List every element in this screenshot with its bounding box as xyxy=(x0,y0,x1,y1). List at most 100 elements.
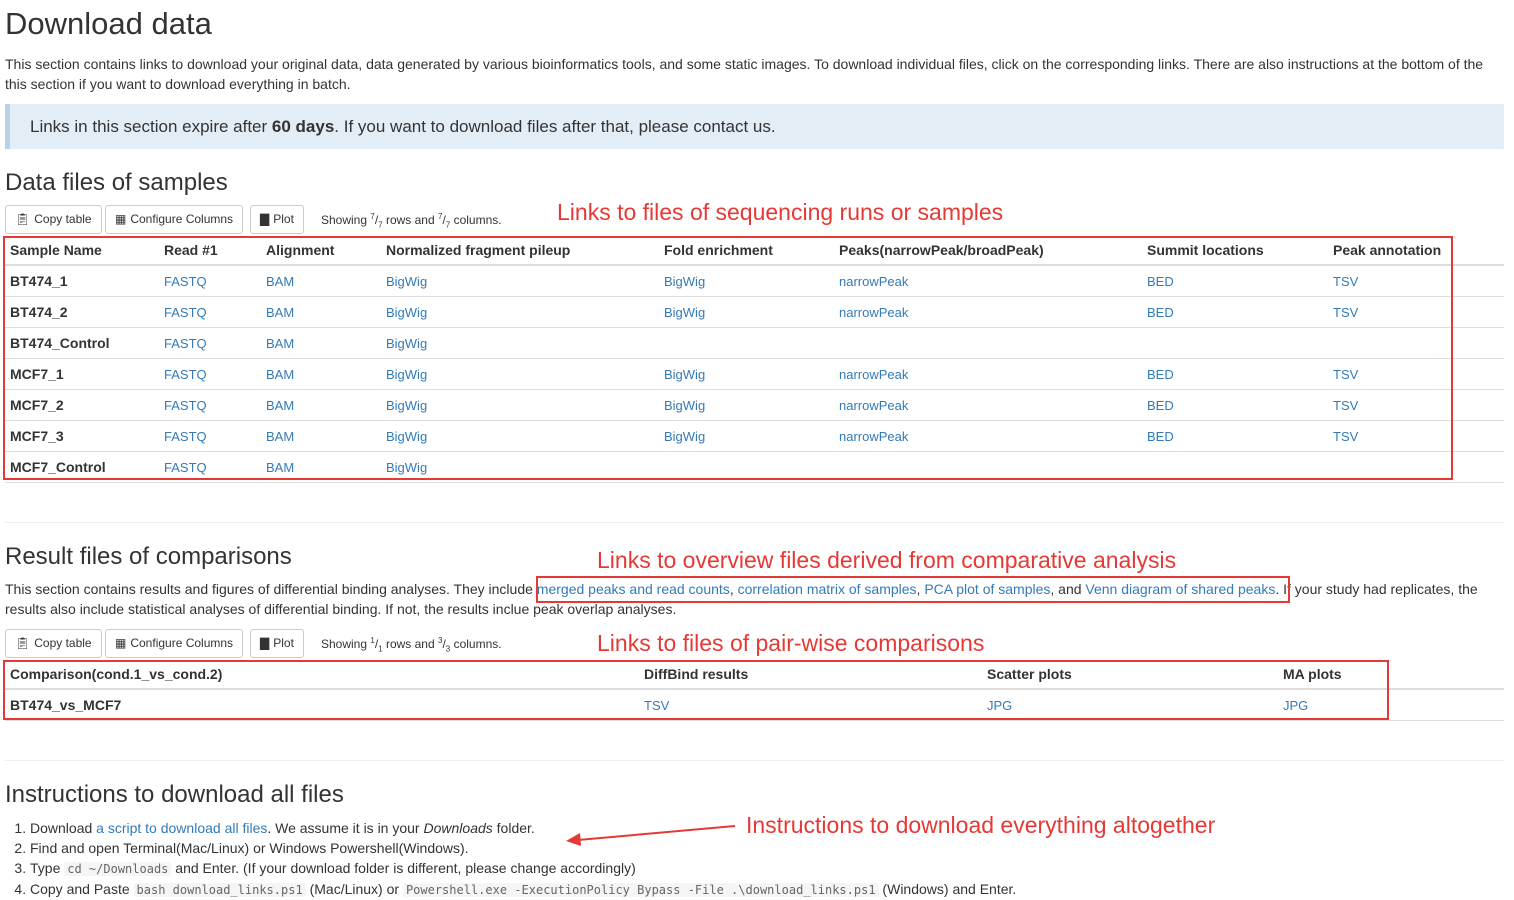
file-link[interactable]: JPG xyxy=(1283,698,1308,713)
file-link[interactable]: FASTQ xyxy=(164,305,207,320)
copy-icon: 📋︎ xyxy=(15,636,31,650)
table-cell: FASTQ xyxy=(159,358,261,390)
plot-button-2[interactable]: ▇ Plot xyxy=(250,629,304,658)
file-link[interactable]: TSV xyxy=(644,698,669,713)
samples-header-row: Sample Name Read #1 Alignment Normalized fr… xyxy=(5,236,1504,266)
comparisons-section-title: Result files of comparisons xyxy=(5,543,292,570)
file-link[interactable]: BED xyxy=(1147,398,1174,413)
file-link[interactable]: BigWig xyxy=(664,305,705,320)
table-cell: TSV xyxy=(1328,420,1504,452)
divider xyxy=(5,760,1504,761)
table-cell: TSV xyxy=(639,689,982,721)
file-link[interactable]: narrowPeak xyxy=(839,305,908,320)
file-link[interactable]: BigWig xyxy=(386,305,427,320)
file-link[interactable]: narrowPeak xyxy=(839,274,908,289)
file-link[interactable]: FASTQ xyxy=(164,367,207,382)
venn-diagram-link[interactable]: Venn diagram of shared peaks xyxy=(1085,581,1275,597)
file-link[interactable]: TSV xyxy=(1333,305,1358,320)
table-cell: FASTQ xyxy=(159,265,261,297)
file-link[interactable]: BED xyxy=(1147,429,1174,444)
file-link[interactable]: BAM xyxy=(266,305,294,320)
pca-plot-link[interactable]: PCA plot of samples xyxy=(924,581,1050,597)
file-link[interactable]: BED xyxy=(1147,305,1174,320)
page-title: Download data xyxy=(5,6,212,41)
copy-table-button[interactable]: 📋︎ Copy table xyxy=(5,205,102,234)
file-link[interactable]: JPG xyxy=(987,698,1012,713)
table-cell xyxy=(834,327,1142,359)
file-link[interactable]: BigWig xyxy=(386,429,427,444)
table-cell: BED xyxy=(1142,358,1328,390)
comparisons-header-row: Comparison(cond.1_vs_cond.2) DiffBind res… xyxy=(5,660,1504,690)
download-script-link[interactable]: a script to download all files xyxy=(96,820,267,836)
configure-columns-button-2[interactable]: ▦ Configure Columns xyxy=(105,629,244,658)
table-cell: BigWig xyxy=(381,389,659,421)
table-cell: BED xyxy=(1142,389,1328,421)
file-link[interactable]: TSV xyxy=(1333,274,1358,289)
file-link[interactable]: BAM xyxy=(266,274,294,289)
file-link[interactable]: FASTQ xyxy=(164,336,207,351)
file-link[interactable]: FASTQ xyxy=(164,429,207,444)
table-cell: BigWig xyxy=(381,327,659,359)
file-link[interactable]: TSV xyxy=(1333,398,1358,413)
table-cell: TSV xyxy=(1328,389,1504,421)
file-link[interactable]: narrowPeak xyxy=(839,398,908,413)
column-header: DiffBind results xyxy=(639,660,982,690)
table-cell xyxy=(1328,327,1504,359)
file-link[interactable]: FASTQ xyxy=(164,398,207,413)
row-name: BT474_vs_MCF7 xyxy=(5,689,639,721)
file-link[interactable]: FASTQ xyxy=(164,460,207,475)
copy-table-button-2[interactable]: 📋︎ Copy table xyxy=(5,629,102,658)
configure-columns-button[interactable]: ▦ Configure Columns xyxy=(105,205,244,234)
file-link[interactable]: BED xyxy=(1147,274,1174,289)
table-cell: BigWig xyxy=(381,451,659,483)
file-link[interactable]: BigWig xyxy=(664,398,705,413)
file-link[interactable]: BigWig xyxy=(664,429,705,444)
expiry-days: 60 days xyxy=(271,117,335,136)
comparisons-showing-text: Showing 1/1 rows and 3/3 columns. xyxy=(321,636,502,654)
table-cell xyxy=(659,451,834,483)
instruction-step: Type cd ~/Downloads and Enter. (If your … xyxy=(30,858,1016,879)
table-cell xyxy=(1142,451,1328,483)
samples-table: Sample Name Read #1 Alignment Normalized fr… xyxy=(5,236,1504,483)
file-link[interactable]: BigWig xyxy=(386,460,427,475)
column-header: Normalized fragment pileup xyxy=(381,236,659,266)
table-cell: BAM xyxy=(261,327,381,359)
file-link[interactable]: BigWig xyxy=(386,336,427,351)
cd-command: cd ~/Downloads xyxy=(64,862,172,876)
table-cell: BED xyxy=(1142,265,1328,297)
file-link[interactable]: BAM xyxy=(266,398,294,413)
annotation-arrow xyxy=(566,825,736,846)
file-link[interactable]: BAM xyxy=(266,367,294,382)
table-cell xyxy=(1142,327,1328,359)
file-link[interactable]: BAM xyxy=(266,336,294,351)
file-link[interactable]: FASTQ xyxy=(164,274,207,289)
correlation-matrix-link[interactable]: correlation matrix of samples xyxy=(738,581,917,597)
merged-peaks-link[interactable]: merged peaks and read counts xyxy=(537,581,730,597)
file-link[interactable]: narrowPeak xyxy=(839,367,908,382)
file-link[interactable]: TSV xyxy=(1333,429,1358,444)
intro-text: This section contains links to download … xyxy=(5,56,1484,92)
table-cell: JPG xyxy=(982,689,1278,721)
table-row: MCF7_1 FASTQ BAM BigWig BigWig narrowPeak BED T… xyxy=(5,358,1504,390)
instructions-section-title: Instructions to download all files xyxy=(5,781,344,808)
file-link[interactable]: BED xyxy=(1147,367,1174,382)
file-link[interactable]: BigWig xyxy=(386,398,427,413)
file-link[interactable]: BigWig xyxy=(664,367,705,382)
table-cell xyxy=(659,327,834,359)
file-link[interactable]: narrowPeak xyxy=(839,429,908,444)
plot-button[interactable]: ▇ Plot xyxy=(250,205,304,234)
bash-command: bash download_links.ps1 xyxy=(133,883,306,897)
table-cell: narrowPeak xyxy=(834,389,1142,421)
column-header: Sample Name xyxy=(5,236,159,266)
samples-section-title: Data files of samples xyxy=(5,169,228,196)
file-link[interactable]: BAM xyxy=(266,429,294,444)
powershell-command: Powershell.exe -ExecutionPolicy Bypass -… xyxy=(402,883,879,897)
grid-icon: ▦ xyxy=(115,636,127,650)
table-cell: BED xyxy=(1142,296,1328,328)
file-link[interactable]: TSV xyxy=(1333,367,1358,382)
file-link[interactable]: BigWig xyxy=(386,367,427,382)
bar-chart-icon: ▇ xyxy=(260,212,270,226)
file-link[interactable]: BigWig xyxy=(386,274,427,289)
file-link[interactable]: BAM xyxy=(266,460,294,475)
file-link[interactable]: BigWig xyxy=(664,274,705,289)
